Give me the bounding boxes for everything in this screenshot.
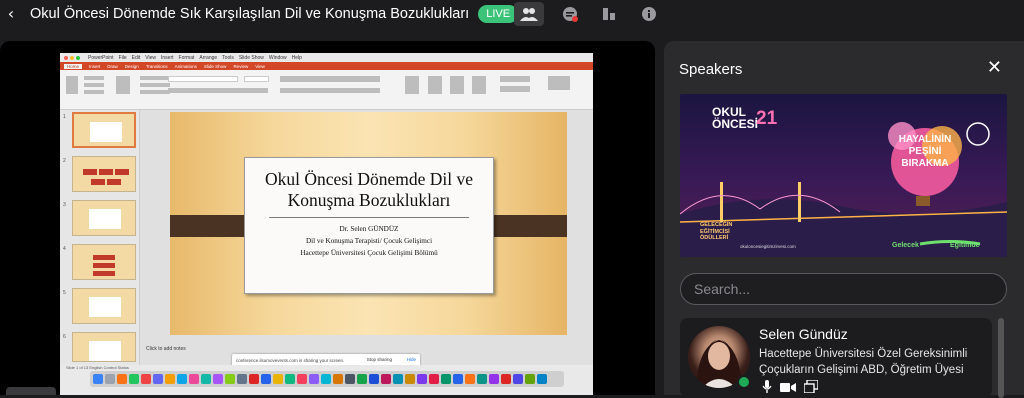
hide-button[interactable]: Hide — [407, 357, 416, 362]
slide-thumb-4[interactable] — [72, 244, 136, 280]
top-bar: ‹ Okul Öncesi Dönemde Sık Karşılaşılan D… — [0, 0, 1024, 27]
session-title: Okul Öncesi Dönemde Sık Karşılaşılan Dil… — [30, 5, 470, 22]
scrollbar[interactable] — [998, 318, 1004, 398]
thumb-number: 2 — [63, 158, 66, 164]
shared-screen: PowerPoint File Edit View Insert Format … — [60, 53, 593, 395]
powerpoint-workspace: 1 2 3 4 5 6 Okul Öncesi Dönemde Dil ve K… — [60, 110, 593, 367]
close-button[interactable]: ✕ — [987, 57, 1002, 78]
event-banner: OKUL ÖNCESİ 21 HAYALİNİN PEŞİNİ BIRAKMA … — [680, 94, 1007, 257]
app-menu-item: Slide Show — [238, 54, 264, 61]
ribbon-tab: Animations — [174, 63, 197, 69]
banner-slogan-3: BIRAKMA — [901, 158, 949, 169]
live-badge: LIVE — [478, 4, 519, 23]
chat-icon[interactable] — [555, 2, 585, 26]
people-icon[interactable] — [514, 2, 544, 26]
speakers-panel: Speakers ✕ OKUL ÖNCESİ 21 HAYALİNİN PEŞİ… — [664, 41, 1024, 398]
app-menu-item: Insert — [161, 54, 174, 61]
app-menu-item: Arrange — [199, 54, 218, 61]
speaker-role: Hacettepe Üniversitesi Özel Gereksinimli… — [759, 348, 968, 376]
banner-slogan-1: HAYALİNİN — [898, 134, 952, 145]
ribbon-tabs: Home Insert Draw Design Transitions Anim… — [60, 62, 593, 70]
banner-event-name-2: ÖNCESİ — [712, 117, 759, 131]
slide-thumb-5[interactable] — [72, 288, 136, 324]
thumb-number: 4 — [63, 246, 66, 252]
notes-placeholder: Click to add notes — [146, 346, 186, 352]
stop-sharing-button[interactable]: Stop sharing — [367, 357, 392, 362]
banner-slogan-2: PEŞİNİ — [908, 146, 942, 157]
powerpoint-titlebar: PowerPoint File Edit View Insert Format … — [60, 53, 593, 62]
banner-award-1: GELECEĞİN — [700, 222, 733, 228]
app-menu-item: Edit — [131, 54, 141, 61]
info-icon[interactable] — [634, 2, 664, 26]
banner-award-3: ÖDÜLLERİ — [700, 235, 729, 241]
ribbon-tab: Home — [64, 63, 83, 69]
speaker-card[interactable]: Selen Gündüz Hacettepe Üniversitesi Özel… — [680, 318, 992, 398]
app-menu-item: View — [145, 54, 157, 61]
ribbon-toolbar — [60, 70, 593, 110]
presence-indicator — [737, 375, 751, 389]
app-menu-item: Window — [268, 54, 287, 61]
app-menu-item: Tools — [222, 54, 234, 61]
banner-website: okuloncesiegitimzirvesi.com — [740, 244, 796, 249]
slide-thumb-1[interactable] — [72, 112, 136, 148]
ribbon-tab: Review — [233, 63, 249, 69]
thumb-number: 6 — [63, 334, 66, 340]
slide-title: Okul Öncesi Dönemde Dil ve Konuşma Bozuk… — [264, 169, 473, 210]
current-slide: Okul Öncesi Dönemde Dil ve Konuşma Bozuk… — [170, 112, 567, 335]
banner-sponsor: Gelecek — [892, 242, 919, 249]
slide-affiliation: Hacettepe Üniversitesi Çocuk Gelişimi Bö… — [300, 249, 438, 257]
search-input[interactable]: Search... — [680, 273, 1007, 305]
panel-title: Speakers — [679, 61, 743, 78]
banner-sponsor-2: Eğitimde — [950, 242, 980, 249]
slide-bar-right — [494, 215, 567, 237]
thumb-number: 1 — [63, 114, 66, 120]
screen-share-icon[interactable] — [803, 379, 819, 398]
speaker-name: Selen Gündüz — [759, 326, 848, 342]
ribbon-tab: Slide Show — [203, 63, 227, 69]
slide-thumbnails: 1 2 3 4 5 6 — [60, 110, 140, 365]
microphone-icon[interactable] — [762, 380, 772, 398]
participant-tile[interactable] — [6, 387, 56, 395]
back-button[interactable]: ‹ — [0, 0, 22, 27]
banner-event-year: 21 — [756, 108, 778, 129]
thumb-number: 5 — [63, 290, 66, 296]
ribbon-tab: Design — [124, 63, 139, 69]
slide-thumb-3[interactable] — [72, 200, 136, 236]
app-menu-item: File — [118, 54, 127, 61]
ribbon-tab: Insert — [89, 63, 101, 69]
slide-thumb-6[interactable] — [72, 332, 136, 362]
slide-title-card: Okul Öncesi Dönemde Dil ve Konuşma Bozuk… — [244, 157, 494, 294]
camera-icon[interactable] — [780, 380, 796, 398]
slide-bar-left — [170, 215, 244, 237]
app-menu-item: Help — [291, 54, 302, 61]
thumb-number: 3 — [63, 202, 66, 208]
polls-icon[interactable] — [594, 2, 624, 26]
ribbon-tab: Draw — [107, 63, 118, 69]
slide-thumb-2[interactable] — [72, 156, 136, 192]
app-menu-item: PowerPoint — [88, 54, 114, 61]
screen-share-stage: PowerPoint File Edit View Insert Format … — [0, 41, 655, 395]
slide-role: Dil ve Konuşma Terapisti/ Çocuk Gelişimc… — [305, 237, 433, 245]
app-menu-item: Format — [178, 54, 195, 61]
share-notice-text: conference.ilsumovevents.com is sharing … — [236, 358, 345, 363]
ribbon-tab: View — [255, 63, 265, 69]
ribbon-tab: Transitions — [145, 63, 168, 69]
slide-author: Dr. Selen GÜNDÜZ — [339, 225, 399, 233]
mac-dock — [90, 371, 564, 387]
